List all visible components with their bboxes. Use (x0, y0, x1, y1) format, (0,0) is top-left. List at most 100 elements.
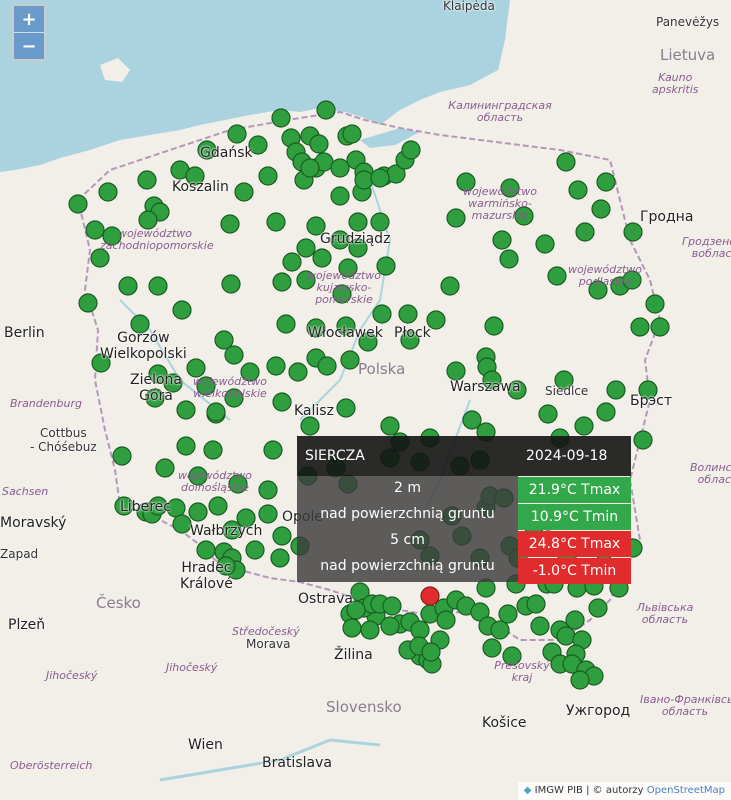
station-marker[interactable] (348, 212, 368, 232)
station-marker[interactable] (380, 616, 400, 636)
sensor-height-desc: nad powierzchnią gruntu (320, 506, 495, 522)
station-marker[interactable] (172, 300, 192, 320)
station-marker[interactable] (78, 293, 98, 313)
station-marker[interactable] (282, 252, 302, 272)
station-marker[interactable] (630, 317, 650, 337)
station-marker[interactable] (538, 404, 558, 424)
station-marker[interactable] (206, 402, 226, 422)
station-marker[interactable] (568, 180, 588, 200)
station-marker[interactable] (112, 446, 132, 466)
station-marker[interactable] (633, 430, 653, 450)
station-marker[interactable] (340, 350, 360, 370)
station-marker[interactable] (300, 158, 320, 178)
station-marker[interactable] (271, 108, 291, 128)
station-marker[interactable] (398, 304, 418, 324)
station-marker[interactable] (440, 276, 460, 296)
station-marker[interactable] (556, 626, 576, 646)
station-marker[interactable] (498, 604, 518, 624)
station-marker[interactable] (270, 548, 290, 568)
station-marker[interactable] (258, 166, 278, 186)
station-marker[interactable] (245, 540, 265, 560)
station-marker[interactable] (591, 199, 611, 219)
station-marker[interactable] (380, 416, 400, 436)
station-marker[interactable] (588, 598, 608, 618)
station-marker[interactable] (266, 212, 286, 232)
station-marker[interactable] (535, 234, 555, 254)
station-marker[interactable] (575, 222, 595, 242)
station-marker[interactable] (208, 496, 228, 516)
station-marker[interactable] (410, 620, 430, 640)
station-marker[interactable] (296, 238, 316, 258)
station-marker[interactable] (490, 620, 510, 640)
station-marker[interactable] (401, 140, 421, 160)
station-marker[interactable] (176, 436, 196, 456)
station-marker[interactable] (266, 356, 286, 376)
station-marker[interactable] (606, 380, 626, 400)
station-marker[interactable] (263, 440, 283, 460)
station-marker[interactable] (234, 182, 254, 202)
station-marker[interactable] (203, 440, 223, 460)
station-marker[interactable] (565, 610, 585, 630)
station-marker[interactable] (526, 594, 546, 614)
station-marker[interactable] (258, 480, 278, 500)
station-marker[interactable] (570, 670, 590, 690)
station-marker[interactable] (309, 134, 329, 154)
station-marker[interactable] (482, 638, 502, 658)
station-marker[interactable] (224, 345, 244, 365)
station-marker[interactable] (342, 124, 362, 144)
map[interactable]: Klaipėda Panevėžys Lietuva Kauno apskriti… (0, 0, 731, 800)
station-marker[interactable] (596, 172, 616, 192)
station-marker[interactable] (382, 596, 402, 616)
station-marker[interactable] (227, 124, 247, 144)
station-marker[interactable] (370, 168, 390, 188)
station-marker[interactable] (148, 276, 168, 296)
selected-station-marker[interactable] (420, 586, 440, 606)
station-marker[interactable] (330, 186, 350, 206)
station-marker[interactable] (276, 314, 296, 334)
station-marker[interactable] (312, 248, 332, 268)
openstreetmap-link[interactable]: OpenStreetMap (647, 785, 725, 796)
city-label: Włocławek (308, 325, 383, 341)
station-marker[interactable] (316, 100, 336, 120)
station-marker[interactable] (137, 170, 157, 190)
station-marker[interactable] (221, 274, 241, 294)
station-marker[interactable] (421, 642, 441, 662)
zoom-in-button[interactable]: + (14, 6, 44, 32)
station-marker[interactable] (596, 402, 616, 422)
station-marker[interactable] (492, 230, 512, 250)
station-marker[interactable] (556, 152, 576, 172)
station-marker[interactable] (288, 362, 308, 382)
station-marker[interactable] (188, 502, 208, 522)
zoom-out-button[interactable]: − (14, 32, 44, 59)
country-label: Česko (96, 594, 141, 612)
station-marker[interactable] (68, 194, 88, 214)
station-marker[interactable] (336, 398, 356, 418)
station-marker[interactable] (499, 249, 519, 269)
station-marker[interactable] (98, 182, 118, 202)
station-marker[interactable] (342, 618, 362, 638)
station-marker[interactable] (372, 304, 392, 324)
station-marker[interactable] (220, 214, 240, 234)
station-marker[interactable] (317, 356, 337, 376)
station-marker[interactable] (484, 316, 504, 336)
station-marker[interactable] (446, 361, 466, 381)
station-marker[interactable] (645, 294, 665, 314)
city-label: Panevėžys (656, 15, 720, 29)
station-marker[interactable] (650, 317, 670, 337)
station-marker[interactable] (370, 212, 390, 232)
station-marker[interactable] (272, 272, 292, 292)
station-marker[interactable] (300, 416, 320, 436)
station-marker[interactable] (360, 620, 380, 640)
station-marker[interactable] (272, 526, 292, 546)
station-marker[interactable] (172, 514, 192, 534)
station-marker[interactable] (118, 276, 138, 296)
station-marker[interactable] (330, 158, 350, 178)
station-marker[interactable] (258, 504, 278, 524)
station-marker[interactable] (354, 170, 374, 190)
station-marker[interactable] (272, 392, 292, 412)
station-marker[interactable] (196, 540, 216, 560)
station-marker[interactable] (623, 222, 643, 242)
station-marker[interactable] (530, 616, 550, 636)
station-marker[interactable] (574, 416, 594, 436)
station-marker[interactable] (436, 610, 456, 630)
